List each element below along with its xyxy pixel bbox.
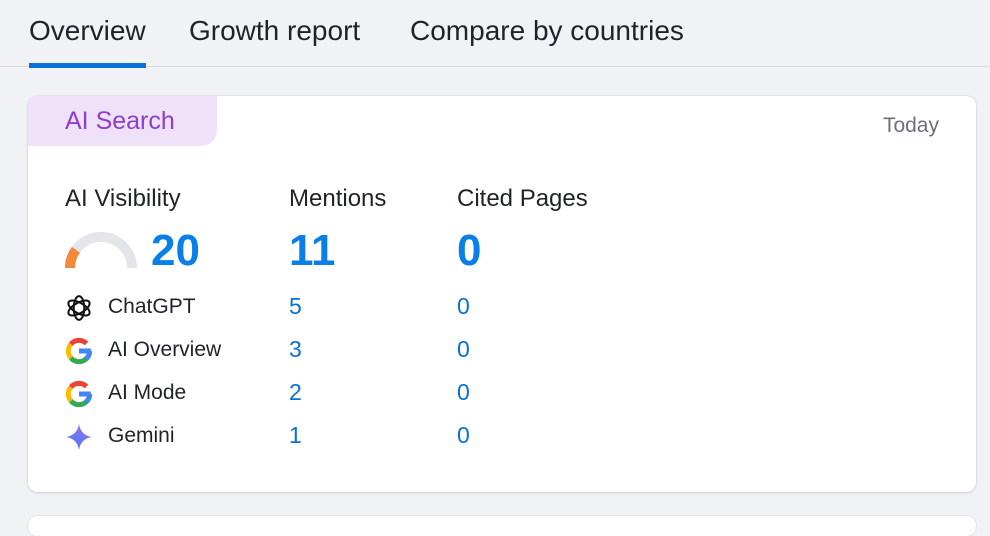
table-row: AI Overview 3 0	[28, 334, 976, 368]
ai-search-badge: AI Search	[28, 96, 217, 146]
table-row: AI Mode 2 0	[28, 377, 976, 411]
row-name: Gemini	[108, 424, 175, 447]
mentions-total[interactable]: 11	[289, 226, 336, 276]
ai-visibility-heading: AI Visibility	[65, 185, 181, 212]
google-icon	[65, 337, 93, 365]
tab-bar: Overview Growth report Compare by countr…	[0, 0, 990, 68]
gemini-icon	[65, 423, 93, 451]
table-row: ChatGPT 5 0	[28, 291, 976, 325]
row-mentions[interactable]: 3	[289, 336, 302, 363]
cited-pages-total[interactable]: 0	[457, 226, 481, 276]
row-name: AI Mode	[108, 381, 187, 404]
row-cited[interactable]: 0	[457, 422, 470, 449]
mentions-heading: Mentions	[289, 185, 387, 212]
row-mentions[interactable]: 5	[289, 293, 302, 320]
ai-visibility-value: 20	[151, 226, 200, 275]
ai-search-card: AI Search Today AI Visibility Mentions C…	[28, 96, 976, 492]
gauge-fill	[65, 246, 81, 269]
row-name: ChatGPT	[108, 295, 196, 318]
chatgpt-icon	[67, 295, 91, 321]
table-row: Gemini 1 0	[28, 420, 976, 454]
google-icon	[65, 380, 93, 408]
tab-compare-by-countries[interactable]: Compare by countries	[410, 14, 684, 48]
visibility-gauge-icon	[65, 232, 137, 269]
tab-overview[interactable]: Overview	[29, 14, 146, 68]
cited-pages-heading: Cited Pages	[457, 185, 588, 212]
row-mentions[interactable]: 1	[289, 422, 302, 449]
row-mentions[interactable]: 2	[289, 379, 302, 406]
row-cited[interactable]: 0	[457, 293, 470, 320]
date-label: Today	[882, 114, 939, 137]
next-card-edge	[28, 516, 976, 536]
row-cited[interactable]: 0	[457, 336, 470, 363]
row-name: AI Overview	[108, 338, 222, 361]
row-cited[interactable]: 0	[457, 379, 470, 406]
tab-growth-report[interactable]: Growth report	[189, 14, 360, 48]
